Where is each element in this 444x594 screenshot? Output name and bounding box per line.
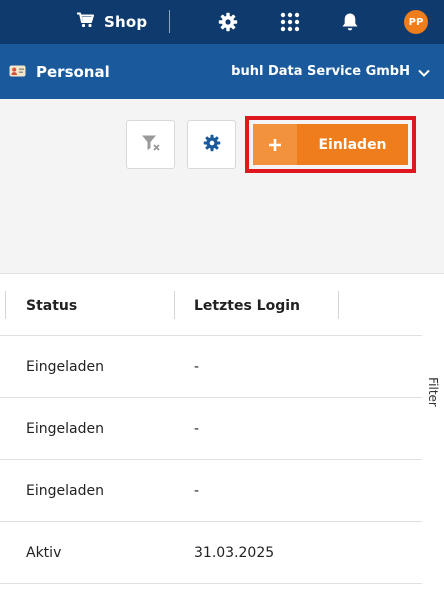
column-header-status[interactable]: Status (26, 275, 77, 336)
table-settings-button[interactable] (187, 120, 236, 169)
module-title: Personal (36, 62, 110, 81)
filter-tab-label: Filter (426, 377, 440, 407)
cell-status: Eingeladen (26, 359, 104, 375)
table-row[interactable]: Eingeladen - (0, 336, 422, 398)
module-header: Personal buhl Data Service GmbH (0, 44, 444, 99)
settings-gear-icon[interactable] (217, 11, 239, 33)
company-name: buhl Data Service GmbH (231, 64, 410, 79)
chevron-down-icon (418, 62, 430, 81)
invite-button[interactable]: Einladen (253, 124, 408, 165)
shop-link[interactable]: Shop (76, 0, 147, 44)
company-selector[interactable]: buhl Data Service GmbH (231, 44, 430, 99)
column-divider[interactable] (174, 291, 175, 319)
clear-filter-button[interactable] (126, 120, 175, 169)
clear-filter-icon (141, 134, 161, 156)
user-avatar[interactable]: PP (404, 10, 428, 34)
user-table: Status Letztes Login Eingeladen - Eingel… (0, 275, 422, 584)
cell-last-login: - (194, 359, 200, 375)
table-row[interactable]: Eingeladen - (0, 460, 422, 522)
id-card-icon (9, 62, 26, 81)
cell-last-login: - (194, 483, 200, 499)
cell-status: Aktiv (26, 545, 62, 561)
filter-side-tab[interactable]: Filter (422, 360, 444, 424)
action-toolbar: Einladen (0, 99, 444, 274)
top-navigation-bar: Shop PP (0, 0, 444, 44)
shop-label: Shop (104, 13, 148, 31)
invite-label: Einladen (318, 136, 387, 153)
cell-last-login: 31.03.2025 (194, 545, 275, 561)
cell-status: Eingeladen (26, 421, 104, 437)
cell-status: Eingeladen (26, 483, 104, 499)
table-header: Status Letztes Login (0, 275, 422, 336)
settings-gear-icon (203, 134, 221, 156)
column-divider[interactable] (338, 291, 339, 319)
divider (169, 10, 170, 33)
column-divider (5, 291, 6, 319)
table-row[interactable]: Aktiv 31.03.2025 (0, 522, 422, 584)
plus-icon (253, 124, 297, 165)
column-header-last-login[interactable]: Letztes Login (194, 275, 300, 336)
module-title-group: Personal (9, 44, 110, 99)
cell-last-login: - (194, 421, 200, 437)
notification-bell-icon[interactable] (339, 11, 361, 33)
table-row[interactable]: Eingeladen - (0, 398, 422, 460)
shopping-cart-icon (76, 12, 94, 32)
app-grid-icon[interactable] (279, 11, 301, 33)
